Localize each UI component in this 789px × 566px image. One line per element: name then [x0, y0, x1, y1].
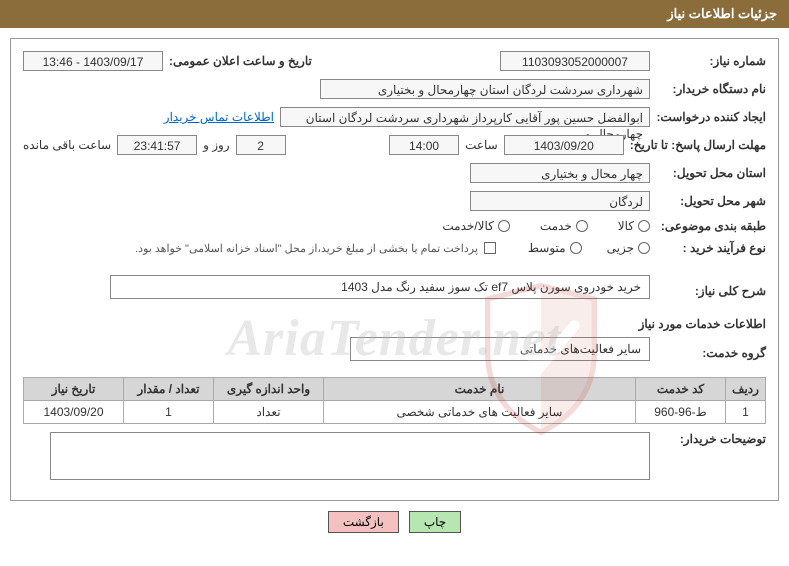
remaining-label: ساعت باقی مانده	[23, 138, 111, 152]
th-name: نام خدمت	[324, 378, 636, 401]
announce-date-value: 1403/09/17 - 13:46	[23, 51, 163, 71]
buyer-notes-label: توضیحات خریدار:	[656, 432, 766, 446]
delivery-province-value: چهار محال و بختیاری	[470, 163, 650, 183]
radio-service[interactable]: خدمت	[540, 219, 588, 233]
need-number-label: شماره نیاز:	[656, 54, 766, 68]
treasury-note: پرداخت تمام یا بخشی از مبلغ خرید،از محل …	[135, 242, 478, 255]
buy-type-label: نوع فرآیند خرید :	[656, 241, 766, 255]
buy-type-radio-group: جزیی متوسط	[528, 241, 650, 255]
th-qty: تعداد / مقدار	[124, 378, 214, 401]
td-row: 1	[726, 401, 766, 424]
radio-goods[interactable]: کالا	[618, 219, 650, 233]
page-title: جزئیات اطلاعات نیاز	[667, 6, 777, 21]
page-header: جزئیات اطلاعات نیاز	[0, 0, 789, 28]
th-row: ردیف	[726, 378, 766, 401]
table-row: 1 ط-96-960 سایر فعالیت های خدماتی شخصی ت…	[24, 401, 766, 424]
buyer-org-value: شهرداری سردشت لردگان استان چهارمحال و بخ…	[320, 79, 650, 99]
days-and-label: روز و	[203, 138, 230, 152]
deadline-label: مهلت ارسال پاسخ: تا تاریخ:	[630, 138, 766, 152]
services-table: ردیف کد خدمت نام خدمت واحد اندازه گیری ت…	[23, 377, 766, 424]
remaining-days-value: 2	[236, 135, 286, 155]
th-unit: واحد اندازه گیری	[214, 378, 324, 401]
td-qty: 1	[124, 401, 214, 424]
services-info-heading: اطلاعات خدمات مورد نیاز	[23, 317, 766, 331]
td-name: سایر فعالیت های خدماتی شخصی	[324, 401, 636, 424]
service-group-value: سایر فعالیت‌های خدماتی	[350, 337, 650, 361]
main-frame: AriaTender.net شماره نیاز: 1103093052000…	[10, 38, 779, 501]
buyer-org-label: نام دستگاه خریدار:	[656, 82, 766, 96]
treasury-checkbox[interactable]	[484, 242, 496, 254]
buyer-contact-link[interactable]: اطلاعات تماس خریدار	[164, 110, 274, 124]
service-group-label: گروه خدمت:	[656, 346, 766, 360]
radio-medium[interactable]: متوسط	[528, 241, 582, 255]
time-label: ساعت	[465, 138, 498, 152]
print-button[interactable]: چاپ	[409, 511, 461, 533]
category-radio-group: کالا خدمت کالا/خدمت	[442, 219, 650, 233]
td-unit: تعداد	[214, 401, 324, 424]
category-label: طبقه بندی موضوعی:	[656, 219, 766, 233]
radio-partial[interactable]: جزیی	[607, 241, 650, 255]
need-desc-value: خرید خودروی سورن پلاس ef7 تک سوز سفید رن…	[110, 275, 650, 299]
requester-label: ایجاد کننده درخواست:	[656, 110, 766, 124]
delivery-province-label: استان محل تحویل:	[656, 166, 766, 180]
announce-date-label: تاریخ و ساعت اعلان عمومی:	[169, 54, 312, 68]
need-number-value: 1103093052000007	[500, 51, 650, 71]
deadline-date-value: 1403/09/20	[504, 135, 624, 155]
delivery-city-value: لردگان	[470, 191, 650, 211]
deadline-time-value: 14:00	[389, 135, 459, 155]
buyer-notes-value	[50, 432, 650, 480]
th-code: کد خدمت	[636, 378, 726, 401]
td-date: 1403/09/20	[24, 401, 124, 424]
remaining-time-value: 23:41:57	[117, 135, 197, 155]
requester-value: ابوالفضل حسین پور آقایی کارپرداز شهرداری…	[280, 107, 650, 127]
radio-goods-service[interactable]: کالا/خدمت	[442, 219, 509, 233]
td-code: ط-96-960	[636, 401, 726, 424]
delivery-city-label: شهر محل تحویل:	[656, 194, 766, 208]
th-date: تاریخ نیاز	[24, 378, 124, 401]
button-row: چاپ بازگشت	[0, 511, 789, 533]
table-header-row: ردیف کد خدمت نام خدمت واحد اندازه گیری ت…	[24, 378, 766, 401]
back-button[interactable]: بازگشت	[328, 511, 399, 533]
need-desc-label: شرح کلی نیاز:	[656, 284, 766, 298]
